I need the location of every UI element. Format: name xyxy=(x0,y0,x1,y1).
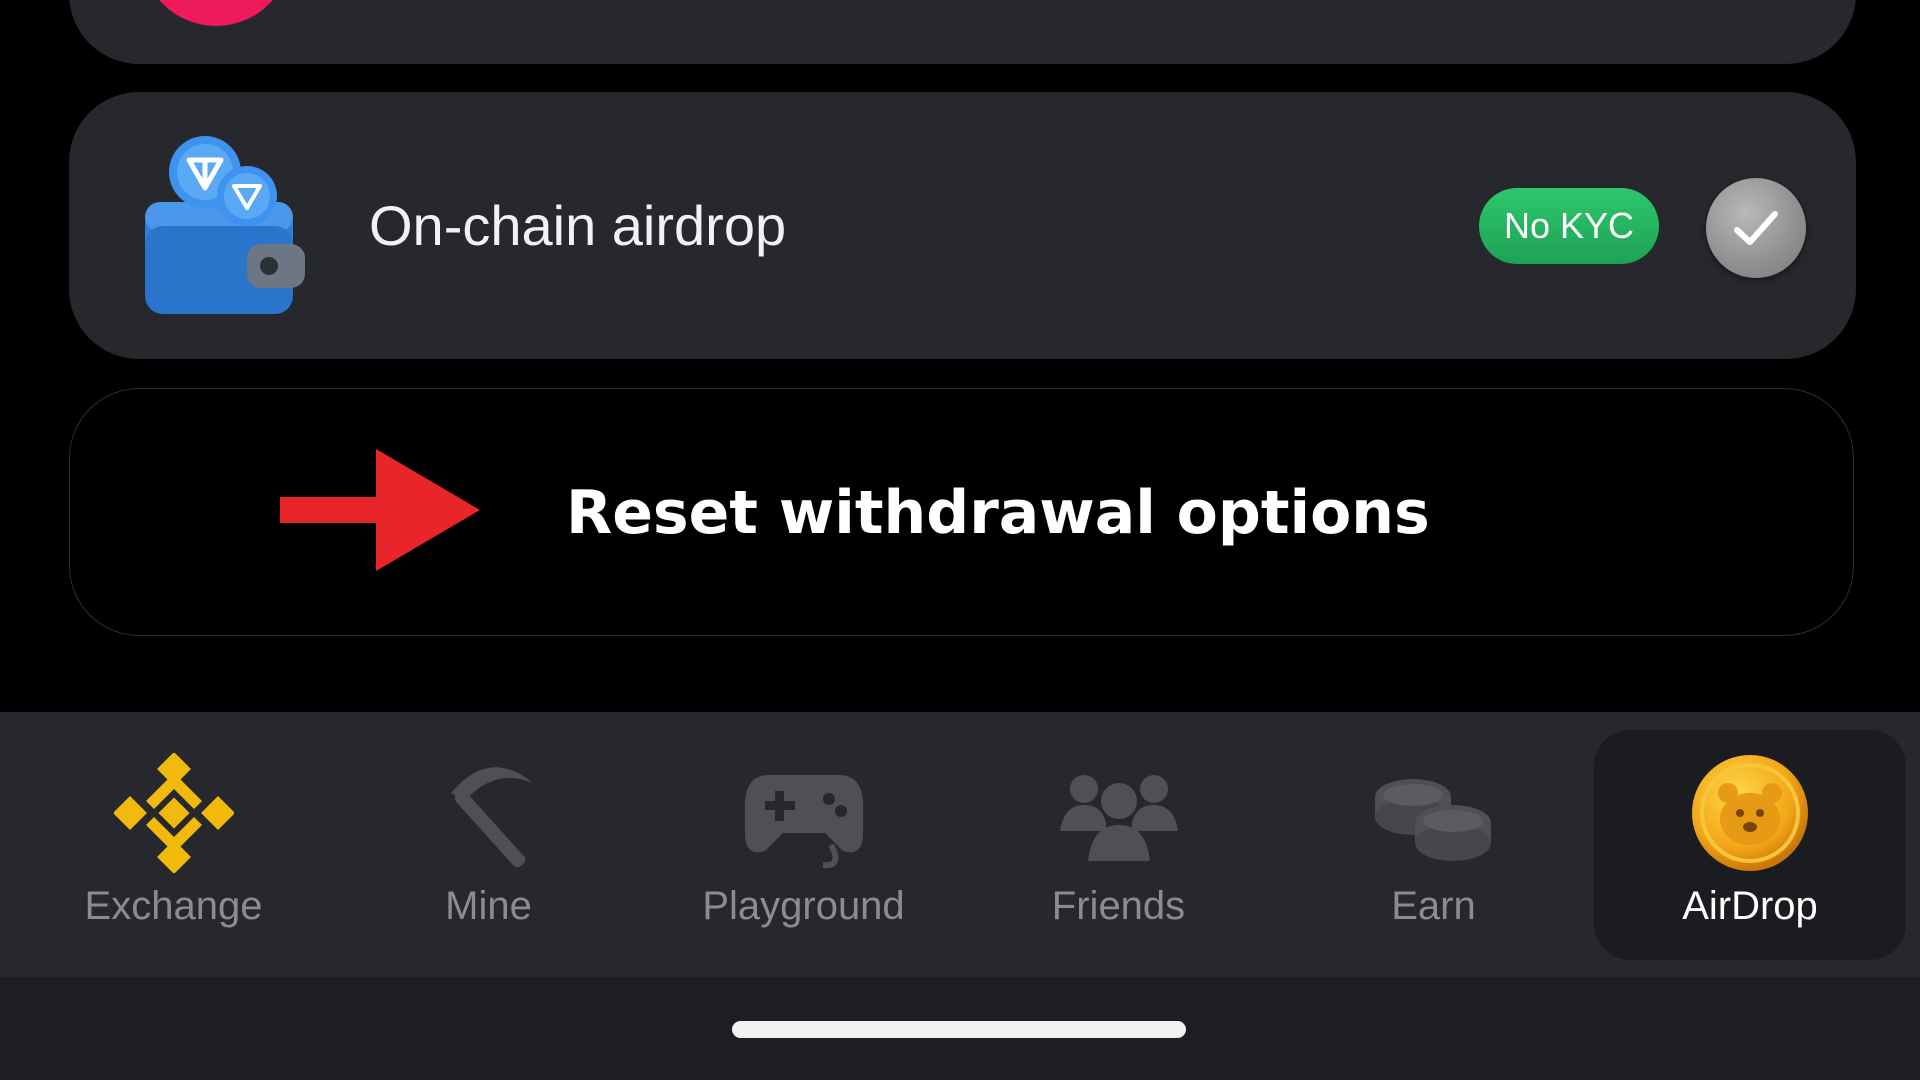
nav-item-airdrop[interactable]: AirDrop xyxy=(1594,730,1906,960)
friends-icon xyxy=(961,748,1276,878)
option-card-previous[interactable] xyxy=(69,0,1856,64)
nav-item-exchange[interactable]: Exchange xyxy=(16,712,331,977)
exchange-diamond-icon xyxy=(16,748,331,878)
nav-label: AirDrop xyxy=(1682,884,1818,928)
option-icon-partial xyxy=(141,0,291,26)
reset-withdrawal-options-button[interactable]: Reset withdrawal options xyxy=(69,388,1854,636)
hamster-coin-icon xyxy=(1594,748,1906,878)
ton-wallet-icon xyxy=(139,130,309,320)
app-screen: On-chain airdrop No KYC Reset withdrawal… xyxy=(0,0,1920,1080)
nav-item-mine[interactable]: Mine xyxy=(331,712,646,977)
option-label: On-chain airdrop xyxy=(369,194,787,257)
nav-label: Earn xyxy=(1391,884,1476,928)
nav-item-friends[interactable]: Friends xyxy=(961,712,1276,977)
system-home-area xyxy=(0,977,1920,1080)
nav-label: Playground xyxy=(702,884,905,928)
home-indicator[interactable] xyxy=(732,1021,1186,1038)
no-kyc-badge: No KYC xyxy=(1479,188,1659,264)
bottom-navigation: Exchange Mine Playground Friends Earn Ai… xyxy=(0,712,1920,977)
reset-withdrawal-label: Reset withdrawal options xyxy=(566,478,1430,548)
selected-check-button[interactable] xyxy=(1706,178,1806,278)
nav-label: Exchange xyxy=(84,884,263,928)
nav-label: Mine xyxy=(445,884,532,928)
gamepad-icon xyxy=(646,748,961,878)
nav-label: Friends xyxy=(1051,884,1186,928)
coins-icon xyxy=(1276,748,1591,878)
pickaxe-icon xyxy=(331,748,646,878)
red-arrow-icon xyxy=(276,445,486,579)
nav-item-earn[interactable]: Earn xyxy=(1276,712,1591,977)
nav-item-playground[interactable]: Playground xyxy=(646,712,961,977)
option-card-onchain-airdrop[interactable]: On-chain airdrop No KYC xyxy=(69,92,1856,359)
checkmark-icon xyxy=(1734,211,1778,245)
